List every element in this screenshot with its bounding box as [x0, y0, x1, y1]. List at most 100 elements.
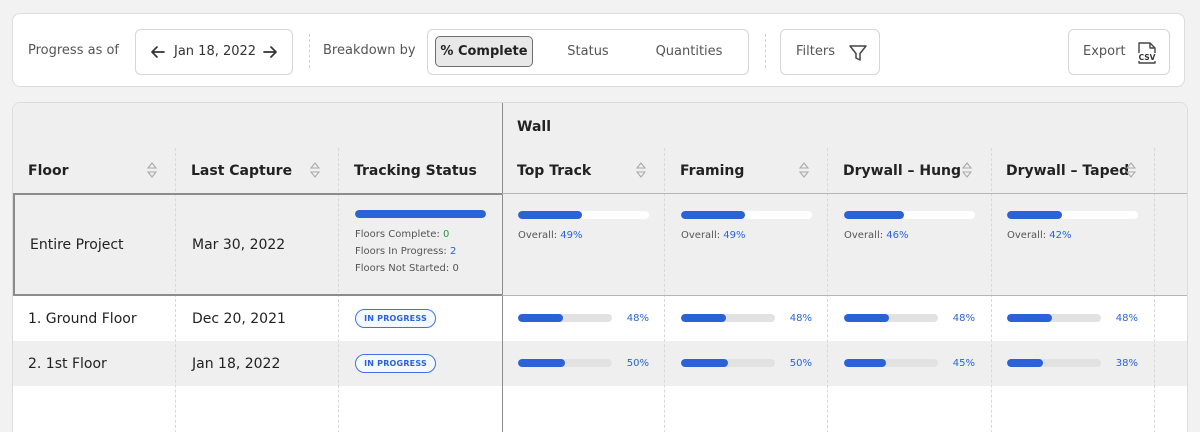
breakdown-segmented-control: % Complete Status Quantities: [427, 29, 749, 75]
group-divider: [502, 103, 503, 432]
overall-bar-fill: [1007, 211, 1063, 219]
row-floor[interactable]: 1. Ground Floor: [28, 311, 137, 327]
breakdown-option-quantities[interactable]: Quantities: [640, 36, 738, 67]
group-header-wall: Wall: [517, 119, 551, 135]
row-percent: 48%: [626, 313, 649, 324]
toolbar-divider: [309, 34, 310, 68]
column-header-floor[interactable]: Floor: [28, 163, 69, 179]
floors-in-progress-label: Floors In Progress:: [355, 246, 447, 257]
row-progress-bar: [518, 359, 612, 367]
overall-label: Overall:: [518, 230, 558, 241]
row-progress-bar: [681, 314, 775, 322]
overall-bar-framing: [681, 211, 812, 219]
floors-not-started-stat: Floors Not Started: 0: [355, 263, 459, 275]
row-percent: 50%: [789, 358, 812, 369]
column-header-top-track[interactable]: Top Track: [517, 163, 591, 179]
column-header-drywall-hung[interactable]: Drywall – Hung: [843, 163, 961, 179]
overall-value: 49%: [723, 230, 746, 241]
row-progress-bar: [844, 359, 938, 367]
summary-last-capture: Mar 30, 2022: [192, 237, 286, 253]
progress-as-of-label: Progress as of: [28, 43, 120, 58]
filters-label: Filters: [796, 44, 835, 59]
column-header-framing[interactable]: Framing: [680, 163, 744, 179]
csv-file-icon: CSV: [1137, 42, 1157, 64]
arrow-left-icon[interactable]: [150, 44, 166, 60]
row-progress-bar: [844, 314, 938, 322]
row-progress-fill: [518, 314, 564, 322]
sort-icon[interactable]: [962, 161, 972, 179]
row-percent: 45%: [952, 358, 975, 369]
row-progress-fill: [844, 314, 890, 322]
sort-icon[interactable]: [147, 161, 157, 179]
sort-icon[interactable]: [799, 161, 809, 179]
overall-label: Overall:: [844, 230, 884, 241]
overall-bar-top-track: [518, 211, 649, 219]
toolbar: Progress as of Jan 18, 2022 Breakdown by…: [12, 13, 1185, 87]
row-progress-bar: [681, 359, 775, 367]
breakdown-option-status[interactable]: Status: [548, 36, 628, 67]
row-last-capture: Dec 20, 2021: [192, 311, 286, 327]
sort-icon[interactable]: [636, 161, 646, 179]
row-progress-fill: [518, 359, 565, 367]
csv-icon-text: CSV: [1139, 53, 1156, 62]
tracking-progress-fill: [355, 210, 486, 218]
selected-date[interactable]: Jan 18, 2022: [174, 44, 256, 60]
overall-framing: Overall: 49%: [681, 230, 746, 242]
column-divider: [1154, 148, 1155, 432]
row-progress-bar: [518, 314, 612, 322]
floors-complete-label: Floors Complete:: [355, 229, 440, 240]
row-progress-fill: [1007, 359, 1043, 367]
overall-label: Overall:: [1007, 230, 1047, 241]
overall-value: 42%: [1049, 230, 1072, 241]
export-label: Export: [1083, 44, 1126, 59]
row-floor[interactable]: 2. 1st Floor: [28, 356, 107, 372]
column-divider: [991, 148, 992, 432]
row-last-capture: Jan 18, 2022: [192, 356, 281, 372]
floors-not-started-value: 0: [452, 263, 459, 274]
row-progress-fill: [1007, 314, 1053, 322]
summary-floor: Entire Project: [30, 237, 124, 253]
date-picker: Jan 18, 2022: [135, 29, 293, 75]
toolbar-divider: [765, 34, 766, 68]
overall-bar-drywall-hung: [844, 211, 975, 219]
floors-in-progress-stat: Floors In Progress: 2: [355, 246, 456, 258]
overall-bar-fill: [681, 211, 746, 219]
row-percent: 48%: [952, 313, 975, 324]
overall-top-track: Overall: 49%: [518, 230, 583, 242]
column-header-drywall-taped[interactable]: Drywall – Taped: [1006, 163, 1129, 179]
breakdown-option-percent-complete[interactable]: % Complete: [435, 36, 533, 67]
table-row-empty: [13, 386, 1187, 432]
progress-table: Wall Floor Last Capture Tracking Status …: [12, 102, 1188, 432]
overall-drywall-taped: Overall: 42%: [1007, 230, 1072, 242]
overall-bar-fill: [844, 211, 905, 219]
floors-complete-value: 0: [443, 229, 450, 240]
row-percent: 48%: [1115, 313, 1138, 324]
overall-label: Overall:: [681, 230, 721, 241]
overall-bar-drywall-taped: [1007, 211, 1138, 219]
breakdown-by-label: Breakdown by: [323, 43, 416, 58]
floors-complete-stat: Floors Complete: 0: [355, 229, 449, 241]
row-progress-bar: [1007, 314, 1101, 322]
floors-not-started-label: Floors Not Started:: [355, 263, 450, 274]
arrow-right-icon[interactable]: [262, 44, 278, 60]
sort-icon[interactable]: [1126, 161, 1136, 179]
row-percent: 38%: [1115, 358, 1138, 369]
row-percent: 50%: [626, 358, 649, 369]
row-progress-fill: [681, 314, 727, 322]
overall-value: 46%: [886, 230, 909, 241]
status-badge: IN PROGRESS: [355, 354, 436, 373]
overall-value: 49%: [560, 230, 583, 241]
table-header: [13, 103, 1187, 193]
tracking-progress-bar: [355, 210, 486, 218]
sort-icon[interactable]: [310, 161, 320, 179]
filters-button[interactable]: Filters: [780, 29, 880, 75]
row-percent: 48%: [789, 313, 812, 324]
column-header-tracking-status: Tracking Status: [354, 163, 477, 179]
filter-icon: [849, 45, 867, 61]
export-button[interactable]: Export CSV: [1068, 29, 1170, 75]
column-header-last-capture[interactable]: Last Capture: [191, 163, 292, 179]
row-progress-fill: [681, 359, 728, 367]
status-badge: IN PROGRESS: [355, 309, 436, 328]
column-divider: [827, 148, 828, 432]
overall-drywall-hung: Overall: 46%: [844, 230, 909, 242]
